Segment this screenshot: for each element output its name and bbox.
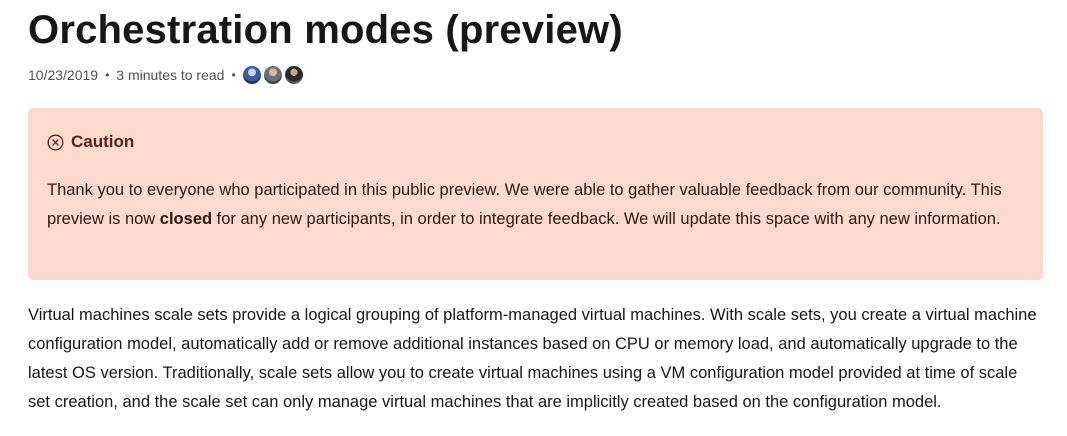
- metadata-separator: •: [105, 68, 110, 82]
- contributors-list[interactable]: [242, 66, 303, 84]
- caution-text-part: for any new participants, in order to in…: [212, 210, 1001, 228]
- caution-message: Thank you to everyone who participated i…: [47, 176, 1023, 234]
- caution-bold-word: closed: [159, 210, 213, 228]
- contributor-avatar[interactable]: [284, 66, 303, 84]
- article: Orchestration modes (preview) 10/23/2019…: [28, 0, 1044, 434]
- article-metadata: 10/23/2019 • 3 minutes to read •: [28, 63, 1044, 87]
- caution-alert: Caution Thank you to everyone who partic…: [28, 108, 1043, 280]
- intro-paragraph: Virtual machines scale sets provide a lo…: [28, 306, 1037, 411]
- read-time: 3 minutes to read: [116, 67, 225, 83]
- publish-date: 10/23/2019: [28, 67, 99, 83]
- contributor-avatar[interactable]: [263, 66, 282, 84]
- page-title: Orchestration modes (preview): [28, 8, 623, 52]
- contributor-avatar[interactable]: [242, 66, 261, 84]
- metadata-separator: •: [231, 68, 236, 82]
- circle-x-icon: [47, 134, 64, 150]
- caution-title: Caution: [71, 132, 135, 151]
- caution-heading: Caution: [47, 130, 1023, 154]
